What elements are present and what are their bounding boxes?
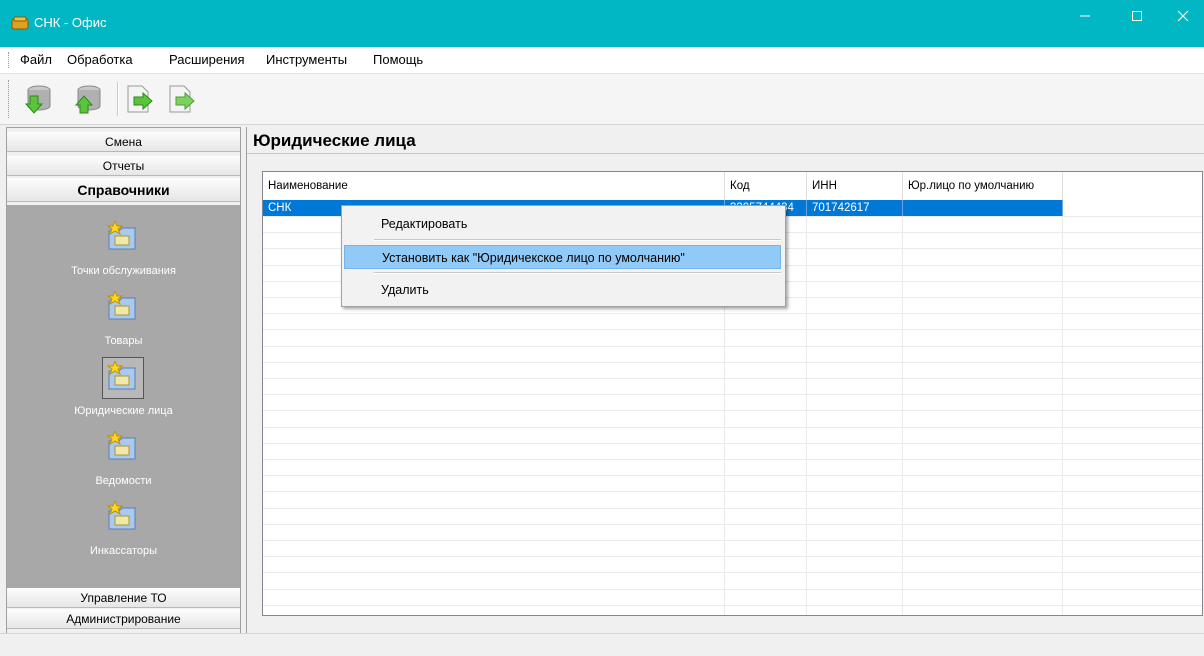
context-edit[interactable]: Редактировать (344, 212, 781, 236)
menu-tools[interactable]: Инструменты (266, 52, 347, 67)
minimize-icon (1080, 15, 1090, 17)
column-header-default[interactable]: Юр.лицо по умолчанию (903, 172, 1063, 200)
nav-label: Товары (104, 335, 143, 347)
toolbar-grip (8, 80, 11, 118)
toolbar (0, 74, 1204, 125)
context-set-default[interactable]: Установить как "Юридичекское лицо по умо… (344, 245, 781, 269)
menu-grip (8, 52, 11, 68)
window-title: СНК - Офис (34, 15, 107, 30)
nav-statements[interactable]: Ведомости (7, 427, 240, 497)
column-header-code[interactable]: Код (725, 172, 807, 200)
export-button[interactable] (124, 82, 156, 116)
context-menu: Редактировать Установить как "Юридичекск… (341, 205, 786, 307)
section-admin[interactable]: Администрирование (7, 609, 240, 629)
table-header: Наименование Код ИНН Юр.лицо по умолчани… (263, 172, 1202, 200)
nav-label: Инкассаторы (89, 545, 158, 557)
context-delete[interactable]: Удалить (344, 278, 781, 302)
menu-extensions[interactable]: Расширения (169, 52, 245, 67)
section-directories[interactable]: Справочники (7, 178, 240, 202)
section-reports[interactable]: Отчеты (7, 156, 240, 176)
database-upload-icon (74, 85, 101, 114)
column-header-inn[interactable]: ИНН (807, 172, 903, 200)
menu-bar: Файл Обработка Расширения Инструменты По… (0, 47, 1204, 74)
maximize-icon (1132, 11, 1142, 21)
export-arrow-icon (127, 85, 153, 113)
grid-vline (1062, 200, 1063, 615)
database-upload-button[interactable] (72, 82, 104, 116)
nav-legal-entities[interactable]: Юридические лица (7, 357, 240, 427)
section-shift[interactable]: Смена (7, 132, 240, 152)
nav-label: Точки обслуживания (71, 265, 176, 277)
context-separator (374, 272, 781, 274)
app-icon (11, 16, 29, 30)
column-header-name[interactable]: Наименование (263, 172, 725, 200)
section-management[interactable]: Управление ТО (7, 588, 240, 608)
toolbar-separator (117, 82, 119, 116)
minimize-button[interactable] (1062, 0, 1108, 32)
database-download-icon (24, 85, 51, 114)
nav-goods[interactable]: Товары (7, 287, 240, 357)
folder-star-icon (106, 361, 136, 390)
nav-service-points[interactable]: Точки обслуживания (7, 217, 240, 287)
title-bar: СНК - Офис (0, 0, 1204, 47)
database-download-button[interactable] (22, 82, 54, 116)
folder-star-icon (106, 501, 136, 530)
menu-help[interactable]: Помощь (373, 52, 423, 67)
export-arrow-disabled-icon (169, 85, 195, 113)
grid-vline (806, 200, 807, 615)
folder-star-icon (106, 221, 136, 250)
nav-label: Ведомости (95, 475, 152, 487)
nav-collectors[interactable]: Инкассаторы (7, 497, 240, 567)
page-title: Юридические лица (247, 127, 1204, 154)
grid-vline (902, 200, 903, 615)
context-separator (374, 239, 781, 241)
main-panel: Юридические лица Наименование Код ИНН Юр… (246, 127, 1204, 633)
cell-default (903, 200, 1063, 216)
menu-file[interactable]: Файл (20, 52, 52, 67)
maximize-button[interactable] (1114, 0, 1160, 32)
folder-star-icon (106, 291, 136, 320)
status-bar (0, 633, 1204, 656)
directories-panel: Точки обслуживания Товары Юридические ли… (7, 205, 240, 588)
export-disabled-button[interactable] (166, 82, 198, 116)
close-icon (1177, 10, 1189, 22)
cell-inn: 701742617 (807, 200, 903, 216)
menu-processing[interactable]: Обработка (67, 52, 133, 67)
close-button[interactable] (1160, 0, 1204, 32)
folder-star-icon (106, 431, 136, 460)
nav-label: Юридические лица (74, 405, 173, 417)
sidebar: Смена Отчеты Справочники Точки обслужива… (6, 127, 241, 635)
